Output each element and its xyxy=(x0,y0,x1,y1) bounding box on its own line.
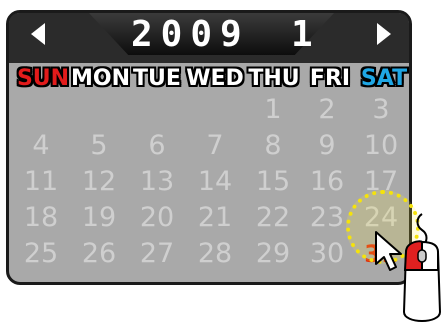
weekday-header-row: SUN MON TUE WED THU FRI SAT xyxy=(15,64,411,96)
day-cell[interactable]: 10 xyxy=(359,131,403,161)
day-cell[interactable]: 13 xyxy=(135,167,179,197)
weekday-tue: TUE xyxy=(133,66,181,91)
day-cell[interactable]: 15 xyxy=(251,167,295,197)
day-cell[interactable]: 5 xyxy=(77,131,121,161)
day-cell[interactable]: 7 xyxy=(193,131,237,161)
day-cell[interactable]: 26 xyxy=(77,239,121,269)
day-cell[interactable]: 9 xyxy=(305,131,349,161)
day-cell[interactable]: 8 xyxy=(251,131,295,161)
day-cell[interactable]: 27 xyxy=(135,239,179,269)
day-cell[interactable]: 2 xyxy=(305,95,349,125)
day-cell[interactable]: 18 xyxy=(19,203,63,233)
weekday-wed: WED xyxy=(186,66,244,91)
day-cell[interactable]: 29 xyxy=(251,239,295,269)
weekday-fri: FRI xyxy=(309,66,351,91)
day-cell[interactable]: 25 xyxy=(19,239,63,269)
day-cell[interactable]: 21 xyxy=(193,203,237,233)
arrow-left-icon[interactable] xyxy=(31,23,45,45)
year-label: 2009 xyxy=(131,14,250,55)
day-cell[interactable]: 1 xyxy=(251,95,295,125)
day-cell[interactable]: 14 xyxy=(193,167,237,197)
day-cell[interactable]: 20 xyxy=(135,203,179,233)
day-cell[interactable]: 23 xyxy=(305,203,349,233)
day-cell[interactable]: 28 xyxy=(193,239,237,269)
day-cell[interactable]: 4 xyxy=(19,131,63,161)
month-label: 1 xyxy=(291,14,313,55)
day-cell[interactable]: 22 xyxy=(251,203,295,233)
weekday-mon: MON xyxy=(71,66,131,91)
day-cell[interactable]: 3 xyxy=(359,95,403,125)
day-grid: 1 2 3 4 5 6 7 8 9 10 11 12 13 14 15 16 17 18 19 20 21 22 23 24 2… xyxy=(9,95,409,275)
day-cell[interactable]: 19 xyxy=(77,203,121,233)
day-cell[interactable]: 12 xyxy=(77,167,121,197)
day-cell[interactable]: 30 xyxy=(305,239,349,269)
arrow-right-icon[interactable] xyxy=(377,23,391,45)
weekday-sat: SAT xyxy=(360,66,408,91)
day-cell[interactable]: 6 xyxy=(135,131,179,161)
weekday-sun: SUN xyxy=(16,66,70,91)
weekday-thu: THU xyxy=(248,66,300,91)
calendar-header: 2009 1 xyxy=(9,13,409,63)
mouse-icon xyxy=(402,213,442,322)
day-cell[interactable]: 11 xyxy=(19,167,63,197)
day-cell[interactable]: 16 xyxy=(305,167,349,197)
